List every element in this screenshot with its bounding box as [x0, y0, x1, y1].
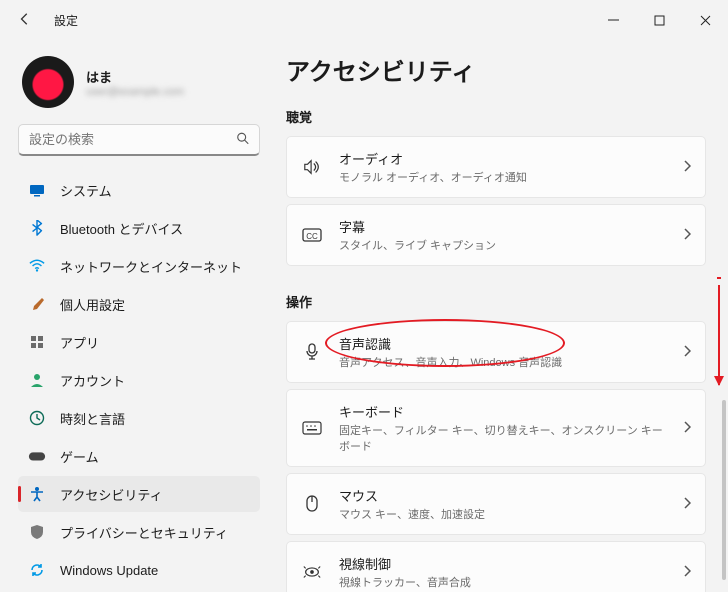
card-title: オーディオ — [339, 149, 667, 168]
sidebar-item-label: ゲーム — [60, 447, 99, 466]
apps-icon — [28, 333, 46, 351]
sidebar-item-update[interactable]: Windows Update — [18, 552, 260, 588]
user-block[interactable]: はま user@example.com — [22, 56, 260, 108]
clock-icon — [28, 409, 46, 427]
card-desc: スタイル、ライブ キャプション — [339, 237, 667, 253]
sidebar-item-brush[interactable]: 個人用設定 — [18, 286, 260, 322]
card-desc: 固定キー、フィルター キー、切り替えキー、オンスクリーン キーボード — [339, 422, 667, 454]
window-title: 設定 — [54, 12, 78, 29]
mic-icon — [301, 343, 323, 361]
card-title: キーボード — [339, 402, 667, 421]
page-title: アクセシビリティ — [286, 52, 706, 87]
sidebar-item-account[interactable]: アカウント — [18, 362, 260, 398]
sidebar-item-game[interactable]: ゲーム — [18, 438, 260, 474]
card-text: キーボード 固定キー、フィルター キー、切り替えキー、オンスクリーン キーボード — [339, 402, 667, 454]
mouse-icon — [301, 495, 323, 513]
card-text: 音声認識 音声アクセス、音声入力、Windows 音声認識 — [339, 334, 667, 370]
sidebar-item-accessibility[interactable]: アクセシビリティ — [18, 476, 260, 512]
annotation-arrow — [718, 285, 720, 385]
card-text: 視線制御 視線トラッカー、音声合成 — [339, 554, 667, 590]
main: アクセシビリティ 聴覚 オーディオ モノラル オーディオ、オーディオ通知 CC … — [270, 40, 728, 592]
accessibility-icon — [28, 485, 46, 503]
annotation-arrow-cap — [717, 277, 721, 279]
search-icon — [236, 132, 250, 149]
sidebar-item-label: Windows Update — [60, 563, 158, 578]
monitor-icon — [28, 181, 46, 199]
settings-card-mouse[interactable]: マウス マウス キー、速度、加速設定 — [286, 473, 706, 535]
settings-card-cc[interactable]: CC 字幕 スタイル、ライブ キャプション — [286, 204, 706, 266]
card-text: オーディオ モノラル オーディオ、オーディオ通知 — [339, 149, 667, 185]
account-icon — [28, 371, 46, 389]
chevron-right-icon — [683, 160, 691, 175]
sidebar-item-clock[interactable]: 時刻と言語 — [18, 400, 260, 436]
search-input[interactable] — [18, 124, 260, 156]
minimize-button[interactable] — [590, 0, 636, 40]
sidebar-item-label: アプリ — [60, 333, 99, 352]
card-text: マウス マウス キー、速度、加速設定 — [339, 486, 667, 522]
chevron-right-icon — [683, 421, 691, 436]
chevron-right-icon — [683, 228, 691, 243]
sidebar-item-shield[interactable]: プライバシーとセキュリティ — [18, 514, 260, 550]
card-title: 視線制御 — [339, 554, 667, 573]
card-title: 音声認識 — [339, 334, 667, 353]
card-desc: マウス キー、速度、加速設定 — [339, 506, 667, 522]
svg-text:CC: CC — [306, 232, 318, 241]
scrollbar[interactable] — [722, 400, 726, 580]
settings-card-mic[interactable]: 音声認識 音声アクセス、音声入力、Windows 音声認識 — [286, 321, 706, 383]
maximize-button[interactable] — [636, 0, 682, 40]
card-title: 字幕 — [339, 217, 667, 236]
nav: システム Bluetooth とデバイスネットワークとインターネット個人用設定アプ… — [18, 172, 260, 588]
speaker-icon — [301, 159, 323, 175]
shield-icon — [28, 523, 46, 541]
section-label: 操作 — [286, 292, 706, 311]
sidebar-item-label: アクセシビリティ — [60, 485, 163, 504]
sidebar-item-apps[interactable]: アプリ — [18, 324, 260, 360]
brush-icon — [28, 295, 46, 313]
back-button[interactable] — [18, 12, 36, 29]
avatar — [22, 56, 74, 108]
close-button[interactable] — [682, 0, 728, 40]
sidebar-item-label: ネットワークとインターネット — [60, 257, 242, 276]
sidebar-item-label: Bluetooth とデバイス — [60, 219, 183, 238]
user-name: はま — [86, 67, 184, 86]
card-desc: モノラル オーディオ、オーディオ通知 — [339, 169, 667, 185]
card-title: マウス — [339, 486, 667, 505]
cc-icon: CC — [301, 227, 323, 243]
search-wrap — [18, 124, 260, 156]
sidebar: はま user@example.com システム Bluetooth とデバイスネ… — [0, 40, 270, 592]
card-desc: 音声アクセス、音声入力、Windows 音声認識 — [339, 354, 667, 370]
settings-card-speaker[interactable]: オーディオ モノラル オーディオ、オーディオ通知 — [286, 136, 706, 198]
sidebar-item-label: 時刻と言語 — [60, 409, 125, 428]
settings-card-eye[interactable]: 視線制御 視線トラッカー、音声合成 — [286, 541, 706, 592]
wifi-icon — [28, 257, 46, 275]
update-icon — [28, 561, 46, 579]
sidebar-item-wifi[interactable]: ネットワークとインターネット — [18, 248, 260, 284]
chevron-right-icon — [683, 345, 691, 360]
chevron-right-icon — [683, 565, 691, 580]
sidebar-item-label: アカウント — [60, 371, 125, 390]
game-icon — [28, 447, 46, 465]
section-label: 聴覚 — [286, 107, 706, 126]
bluetooth-icon — [28, 219, 46, 237]
keyboard-icon — [301, 421, 323, 435]
titlebar: 設定 — [0, 0, 728, 40]
card-text: 字幕 スタイル、ライブ キャプション — [339, 217, 667, 253]
sidebar-item-label: プライバシーとセキュリティ — [60, 523, 228, 542]
sidebar-item-bluetooth[interactable]: Bluetooth とデバイス — [18, 210, 260, 246]
card-desc: 視線トラッカー、音声合成 — [339, 574, 667, 590]
sidebar-item-label: システム — [60, 181, 112, 200]
chevron-right-icon — [683, 497, 691, 512]
eye-icon — [301, 565, 323, 579]
sidebar-item-label: 個人用設定 — [60, 295, 125, 314]
window-controls — [590, 0, 728, 40]
user-email: user@example.com — [86, 86, 184, 98]
sidebar-item-monitor[interactable]: システム — [18, 172, 260, 208]
settings-card-keyboard[interactable]: キーボード 固定キー、フィルター キー、切り替えキー、オンスクリーン キーボード — [286, 389, 706, 467]
